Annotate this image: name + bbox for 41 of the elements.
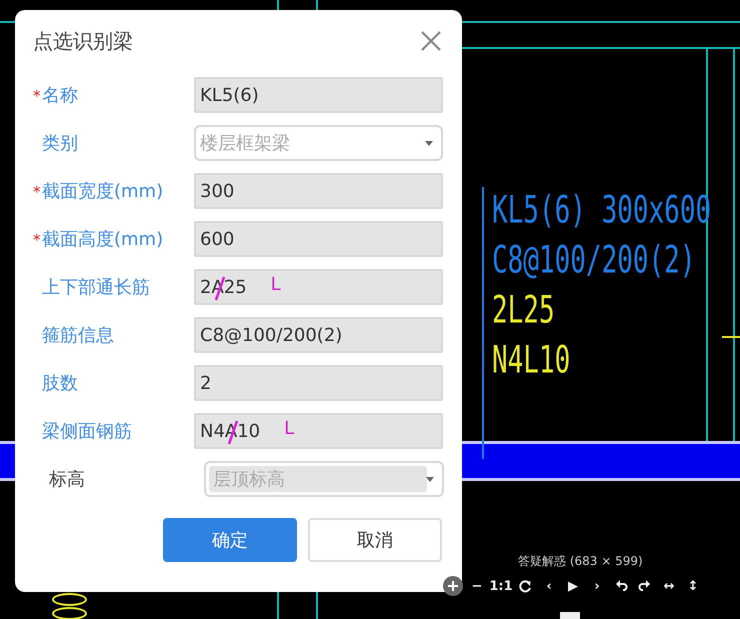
field-label: 肢数 [42,372,78,395]
input-field[interactable]: KL5(6) [194,77,443,113]
close-icon[interactable] [420,30,442,52]
toolbar-button[interactable]: − [465,576,489,596]
drawing-annotation: 2L25 [492,292,556,335]
grid-line [316,592,318,619]
field-label: 截面宽度(mm) [42,180,164,203]
field-label: 名称 [42,84,78,107]
drawing-annotation: C8@100/200(2) [492,242,696,285]
input-field[interactable]: 2 [194,365,443,401]
input-field[interactable]: 300 [194,173,443,209]
drawing-annotation: N4L10 [492,342,572,385]
cancel-button[interactable]: 取消 [308,518,442,562]
input-field[interactable]: C8@100/200(2) [194,317,443,353]
toolbar-button[interactable]: ↕ [681,576,705,596]
rebar-ring-icon [52,607,87,619]
caret-icon [426,477,434,482]
zoom-in-icon[interactable] [443,576,463,596]
thumbnail-icon [560,612,580,619]
dialog-title: 点选识别梁 [33,28,133,54]
required-mark: * [33,87,42,105]
field-label: 箍筋信息 [42,324,114,347]
toolbar-button[interactable]: ‹ [537,576,561,596]
field-label: 梁侧面钢筋 [42,420,132,443]
toolbar-button[interactable]: › [585,576,609,596]
toolbar-button[interactable]: ▶ [561,576,585,596]
grid-line [277,592,279,619]
required-mark: * [33,231,42,249]
required-mark: * [33,183,42,201]
field-label: 上下部通长筋 [42,276,150,299]
toolbar-button[interactable]: ↔ [657,576,681,596]
field-label: 标高 [49,468,85,491]
toolbar-button[interactable]: 1:1 [489,576,513,596]
field-label: 截面高度(mm) [42,228,164,251]
image-caption: 答疑解惑 (683 × 599) [518,553,643,570]
handwritten-note: L [270,274,281,295]
handwritten-note: L [284,418,294,439]
field-label: 类别 [42,132,78,155]
caret-icon [425,141,433,146]
input-field[interactable]: 600 [194,221,443,257]
confirm-button[interactable]: 确定 [163,518,297,562]
